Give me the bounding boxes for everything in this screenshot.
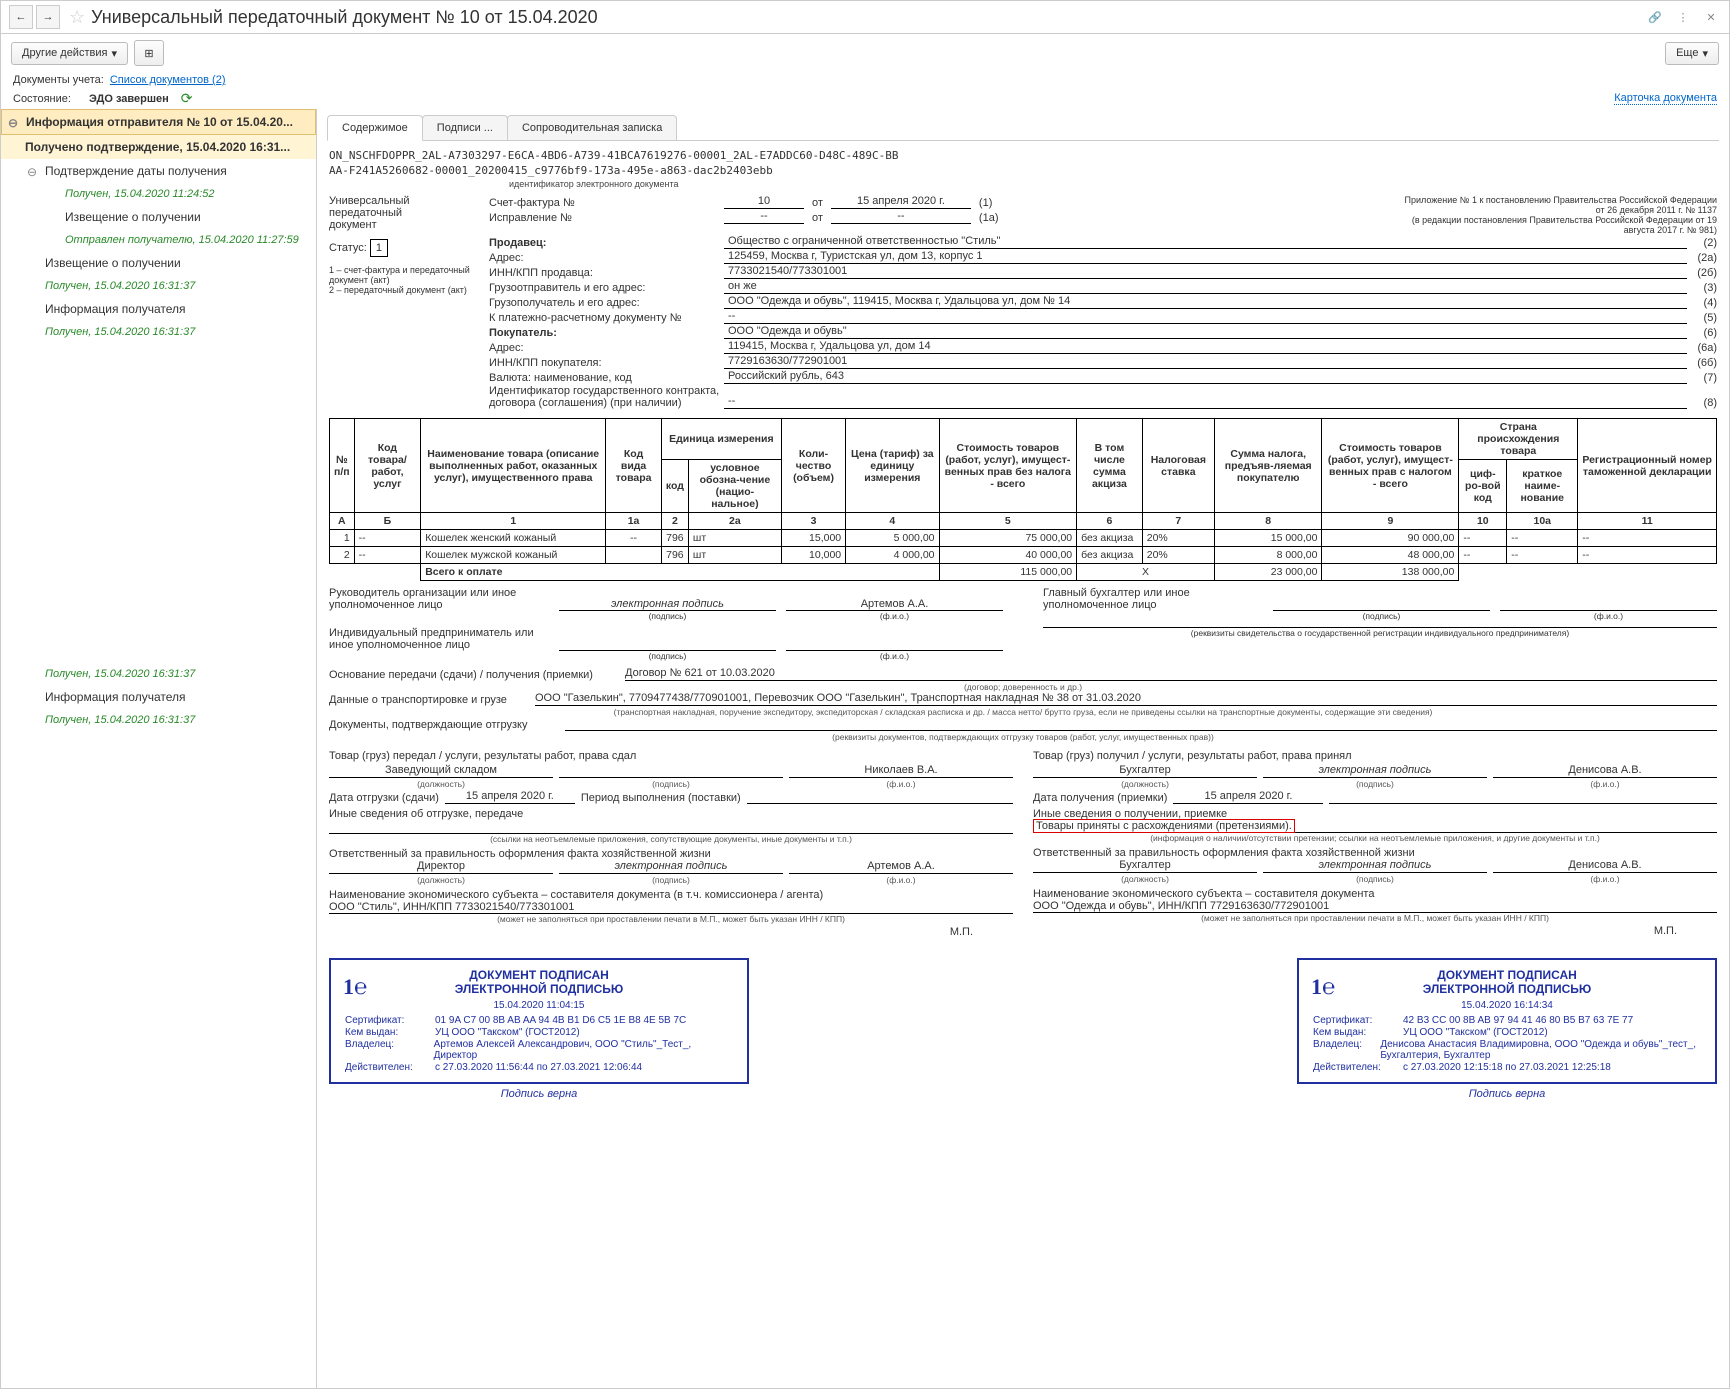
- logo-1c-icon: 1℮: [1311, 974, 1335, 1000]
- close-icon[interactable]: ✕: [1701, 7, 1721, 27]
- table-row: 1--Кошелек женский кожаный--796шт15,0005…: [330, 530, 1717, 547]
- tab-note[interactable]: Сопроводительная записка: [507, 115, 677, 140]
- back-button[interactable]: ←: [9, 5, 33, 29]
- collapse-icon[interactable]: ⊖: [8, 116, 18, 130]
- docs-label: Документы учета:: [13, 74, 104, 86]
- status-box: 1: [370, 239, 388, 257]
- sidebar-item[interactable]: Информация получателя: [1, 685, 316, 709]
- more-button[interactable]: Еще ▾: [1665, 42, 1719, 65]
- sidebar-item[interactable]: Получен, 15.04.2020 16:31:37: [1, 321, 316, 343]
- page-title: Универсальный передаточный документ № 10…: [91, 7, 1645, 28]
- doc-id-line1: ON_NSCHFDOPPR_2AL-A7303297-E6CA-4BD6-A73…: [329, 149, 1717, 162]
- tab-content[interactable]: Содержимое: [327, 115, 423, 141]
- sender-column: Товар (груз) передал / услуги, результат…: [329, 750, 1013, 938]
- signature-stamp-left: 1℮ ДОКУМЕНТ ПОДПИСАН ЭЛЕКТРОННОЙ ПОДПИСЬ…: [329, 958, 749, 1084]
- sidebar-item[interactable]: Получен, 15.04.2020 16:31:37: [1, 275, 316, 297]
- sidebar-item[interactable]: ⊖Информация отправителя № 10 от 15.04.20…: [1, 109, 316, 135]
- collapse-icon[interactable]: ⊖: [27, 165, 37, 179]
- menu-icon[interactable]: ⋮: [1673, 7, 1693, 27]
- other-actions-button[interactable]: Другие действия ▾: [11, 42, 128, 65]
- state-value: ЭДО завершен: [89, 93, 169, 105]
- sidebar-item[interactable]: Получено подтверждение, 15.04.2020 16:31…: [1, 135, 316, 159]
- logo-1c-icon: 1℮: [343, 974, 367, 1000]
- signature-stamp-right: 1℮ ДОКУМЕНТ ПОДПИСАН ЭЛЕКТРОННОЙ ПОДПИСЬ…: [1297, 958, 1717, 1084]
- toolbar: Другие действия ▾ ⊞ Еще ▾: [1, 34, 1729, 72]
- favorite-icon[interactable]: ☆: [69, 7, 85, 28]
- items-table: № п/п Код товара/ работ, услуг Наименова…: [329, 418, 1717, 581]
- forward-button[interactable]: →: [36, 5, 60, 29]
- sidebar-item[interactable]: Извещение о получении: [1, 251, 316, 275]
- state-label: Состояние:: [13, 93, 71, 105]
- sidebar-item[interactable]: Информация получателя: [1, 297, 316, 321]
- doc-id-sub: идентификатор электронного документа: [509, 179, 1717, 189]
- chevron-down-icon: ▾: [111, 47, 117, 60]
- refresh-icon[interactable]: ⟳: [181, 90, 193, 107]
- hierarchy-icon-button[interactable]: ⊞: [134, 40, 164, 66]
- tab-signatures[interactable]: Подписи ...: [422, 115, 508, 140]
- other-actions-label: Другие действия: [22, 47, 107, 59]
- sidebar-item[interactable]: Получен, 15.04.2020 16:31:37: [1, 709, 316, 731]
- doc-id-line2: AA-F241A5260682-00001_20200415_c9776bf9-…: [329, 164, 1717, 177]
- sidebar-item[interactable]: Извещение о получении: [1, 205, 316, 229]
- discrepancy-note: Товары приняты с расхождениями (претензи…: [1033, 819, 1295, 833]
- chevron-down-icon: ▾: [1702, 47, 1708, 60]
- receiver-column: Товар (груз) получил / услуги, результат…: [1033, 750, 1717, 938]
- sidebar-item[interactable]: Получен, 15.04.2020 11:24:52: [1, 183, 316, 205]
- regulation-note: Приложение № 1 к постановлению Правитель…: [1397, 195, 1717, 235]
- more-label: Еще: [1676, 47, 1698, 59]
- titlebar: ← → ☆ Универсальный передаточный докумен…: [1, 1, 1729, 34]
- content-area: Содержимое Подписи ... Сопроводительная …: [317, 109, 1729, 1388]
- tabs: Содержимое Подписи ... Сопроводительная …: [327, 115, 1719, 141]
- link-icon[interactable]: 🔗: [1645, 7, 1665, 27]
- docs-link[interactable]: Список документов (2): [110, 74, 226, 86]
- sidebar-item[interactable]: Получен, 15.04.2020 16:31:37: [1, 663, 316, 685]
- sidebar: ⊖Информация отправителя № 10 от 15.04.20…: [1, 109, 317, 1388]
- card-link[interactable]: Карточка документа: [1614, 92, 1717, 105]
- table-row: 2--Кошелек мужской кожаный796шт10,0004 0…: [330, 547, 1717, 564]
- sidebar-item[interactable]: ⊖Подтверждение даты получения: [1, 159, 316, 183]
- sidebar-item[interactable]: Отправлен получателю, 15.04.2020 11:27:5…: [1, 229, 316, 251]
- doc-type-box: Универсальный передаточный документ Стат…: [329, 195, 479, 410]
